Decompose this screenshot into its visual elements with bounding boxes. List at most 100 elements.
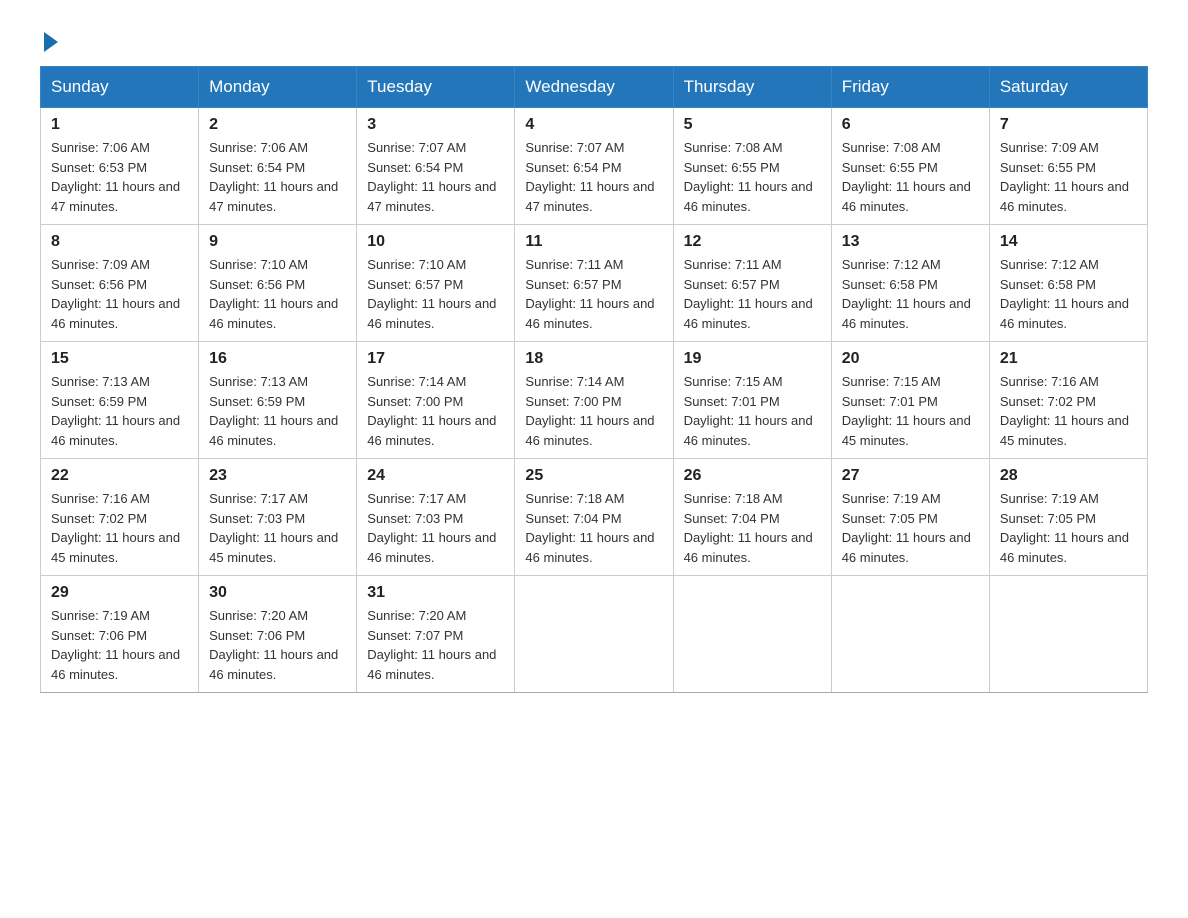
sunrise-label: Sunrise: 7:18 AM: [525, 491, 624, 506]
day-info: Sunrise: 7:18 AM Sunset: 7:04 PM Dayligh…: [525, 489, 662, 567]
calendar-cell: 8 Sunrise: 7:09 AM Sunset: 6:56 PM Dayli…: [41, 225, 199, 342]
sunrise-label: Sunrise: 7:15 AM: [842, 374, 941, 389]
sunset-label: Sunset: 7:04 PM: [525, 511, 621, 526]
daylight-label: Daylight: 11 hours and 47 minutes.: [51, 179, 180, 214]
daylight-label: Daylight: 11 hours and 46 minutes.: [209, 296, 338, 331]
daylight-label: Daylight: 11 hours and 46 minutes.: [525, 413, 654, 448]
calendar-cell: 18 Sunrise: 7:14 AM Sunset: 7:00 PM Dayl…: [515, 342, 673, 459]
day-number: 10: [367, 233, 504, 251]
day-number: 2: [209, 116, 346, 134]
sunset-label: Sunset: 6:54 PM: [367, 160, 463, 175]
day-info: Sunrise: 7:08 AM Sunset: 6:55 PM Dayligh…: [842, 138, 979, 216]
sunset-label: Sunset: 7:01 PM: [842, 394, 938, 409]
day-info: Sunrise: 7:19 AM Sunset: 7:06 PM Dayligh…: [51, 606, 188, 684]
calendar-header-tuesday: Tuesday: [357, 67, 515, 108]
day-number: 22: [51, 467, 188, 485]
calendar-cell: 27 Sunrise: 7:19 AM Sunset: 7:05 PM Dayl…: [831, 459, 989, 576]
sunset-label: Sunset: 6:58 PM: [1000, 277, 1096, 292]
sunrise-label: Sunrise: 7:15 AM: [684, 374, 783, 389]
day-info: Sunrise: 7:06 AM Sunset: 6:53 PM Dayligh…: [51, 138, 188, 216]
logo: [40, 30, 58, 46]
sunrise-label: Sunrise: 7:17 AM: [367, 491, 466, 506]
sunrise-label: Sunrise: 7:20 AM: [209, 608, 308, 623]
sunset-label: Sunset: 6:54 PM: [525, 160, 621, 175]
day-number: 15: [51, 350, 188, 368]
day-number: 1: [51, 116, 188, 134]
logo-arrow-icon: [44, 32, 58, 52]
sunset-label: Sunset: 6:55 PM: [842, 160, 938, 175]
calendar-cell: 10 Sunrise: 7:10 AM Sunset: 6:57 PM Dayl…: [357, 225, 515, 342]
day-number: 4: [525, 116, 662, 134]
day-info: Sunrise: 7:15 AM Sunset: 7:01 PM Dayligh…: [842, 372, 979, 450]
day-number: 28: [1000, 467, 1137, 485]
sunset-label: Sunset: 6:54 PM: [209, 160, 305, 175]
sunrise-label: Sunrise: 7:09 AM: [1000, 140, 1099, 155]
sunset-label: Sunset: 6:59 PM: [209, 394, 305, 409]
day-number: 7: [1000, 116, 1137, 134]
day-number: 24: [367, 467, 504, 485]
calendar-cell: 5 Sunrise: 7:08 AM Sunset: 6:55 PM Dayli…: [673, 108, 831, 225]
daylight-label: Daylight: 11 hours and 46 minutes.: [525, 296, 654, 331]
calendar-cell: 4 Sunrise: 7:07 AM Sunset: 6:54 PM Dayli…: [515, 108, 673, 225]
sunset-label: Sunset: 7:02 PM: [1000, 394, 1096, 409]
daylight-label: Daylight: 11 hours and 46 minutes.: [1000, 296, 1129, 331]
day-number: 27: [842, 467, 979, 485]
day-info: Sunrise: 7:07 AM Sunset: 6:54 PM Dayligh…: [525, 138, 662, 216]
day-info: Sunrise: 7:14 AM Sunset: 7:00 PM Dayligh…: [367, 372, 504, 450]
sunrise-label: Sunrise: 7:11 AM: [684, 257, 782, 272]
calendar-cell: 16 Sunrise: 7:13 AM Sunset: 6:59 PM Dayl…: [199, 342, 357, 459]
sunset-label: Sunset: 6:58 PM: [842, 277, 938, 292]
calendar-cell: 22 Sunrise: 7:16 AM Sunset: 7:02 PM Dayl…: [41, 459, 199, 576]
sunrise-label: Sunrise: 7:17 AM: [209, 491, 308, 506]
daylight-label: Daylight: 11 hours and 46 minutes.: [209, 413, 338, 448]
sunset-label: Sunset: 6:55 PM: [1000, 160, 1096, 175]
calendar-cell: [515, 576, 673, 693]
calendar-header-row: SundayMondayTuesdayWednesdayThursdayFrid…: [41, 67, 1148, 108]
daylight-label: Daylight: 11 hours and 46 minutes.: [525, 530, 654, 565]
day-info: Sunrise: 7:10 AM Sunset: 6:56 PM Dayligh…: [209, 255, 346, 333]
day-info: Sunrise: 7:09 AM Sunset: 6:55 PM Dayligh…: [1000, 138, 1137, 216]
sunset-label: Sunset: 6:59 PM: [51, 394, 147, 409]
calendar-cell: 15 Sunrise: 7:13 AM Sunset: 6:59 PM Dayl…: [41, 342, 199, 459]
sunrise-label: Sunrise: 7:11 AM: [525, 257, 623, 272]
calendar-header-wednesday: Wednesday: [515, 67, 673, 108]
sunset-label: Sunset: 7:03 PM: [209, 511, 305, 526]
sunrise-label: Sunrise: 7:14 AM: [525, 374, 624, 389]
day-info: Sunrise: 7:14 AM Sunset: 7:00 PM Dayligh…: [525, 372, 662, 450]
day-info: Sunrise: 7:09 AM Sunset: 6:56 PM Dayligh…: [51, 255, 188, 333]
day-info: Sunrise: 7:16 AM Sunset: 7:02 PM Dayligh…: [51, 489, 188, 567]
calendar-cell: 30 Sunrise: 7:20 AM Sunset: 7:06 PM Dayl…: [199, 576, 357, 693]
daylight-label: Daylight: 11 hours and 46 minutes.: [51, 647, 180, 682]
day-number: 11: [525, 233, 662, 251]
sunset-label: Sunset: 7:06 PM: [209, 628, 305, 643]
sunset-label: Sunset: 6:57 PM: [684, 277, 780, 292]
sunrise-label: Sunrise: 7:09 AM: [51, 257, 150, 272]
calendar-header-monday: Monday: [199, 67, 357, 108]
calendar-cell: 2 Sunrise: 7:06 AM Sunset: 6:54 PM Dayli…: [199, 108, 357, 225]
day-info: Sunrise: 7:19 AM Sunset: 7:05 PM Dayligh…: [842, 489, 979, 567]
day-info: Sunrise: 7:17 AM Sunset: 7:03 PM Dayligh…: [209, 489, 346, 567]
daylight-label: Daylight: 11 hours and 45 minutes.: [209, 530, 338, 565]
day-info: Sunrise: 7:06 AM Sunset: 6:54 PM Dayligh…: [209, 138, 346, 216]
sunset-label: Sunset: 7:07 PM: [367, 628, 463, 643]
sunrise-label: Sunrise: 7:06 AM: [209, 140, 308, 155]
sunset-label: Sunset: 7:01 PM: [684, 394, 780, 409]
sunrise-label: Sunrise: 7:07 AM: [367, 140, 466, 155]
calendar-table: SundayMondayTuesdayWednesdayThursdayFrid…: [40, 66, 1148, 693]
day-info: Sunrise: 7:20 AM Sunset: 7:07 PM Dayligh…: [367, 606, 504, 684]
daylight-label: Daylight: 11 hours and 46 minutes.: [842, 296, 971, 331]
daylight-label: Daylight: 11 hours and 46 minutes.: [684, 530, 813, 565]
daylight-label: Daylight: 11 hours and 46 minutes.: [842, 530, 971, 565]
daylight-label: Daylight: 11 hours and 46 minutes.: [367, 296, 496, 331]
sunset-label: Sunset: 7:00 PM: [367, 394, 463, 409]
sunset-label: Sunset: 6:55 PM: [684, 160, 780, 175]
day-number: 12: [684, 233, 821, 251]
calendar-header-saturday: Saturday: [989, 67, 1147, 108]
day-info: Sunrise: 7:13 AM Sunset: 6:59 PM Dayligh…: [51, 372, 188, 450]
sunrise-label: Sunrise: 7:06 AM: [51, 140, 150, 155]
sunrise-label: Sunrise: 7:10 AM: [209, 257, 308, 272]
sunrise-label: Sunrise: 7:13 AM: [209, 374, 308, 389]
calendar-cell: 25 Sunrise: 7:18 AM Sunset: 7:04 PM Dayl…: [515, 459, 673, 576]
sunrise-label: Sunrise: 7:08 AM: [684, 140, 783, 155]
daylight-label: Daylight: 11 hours and 46 minutes.: [51, 296, 180, 331]
